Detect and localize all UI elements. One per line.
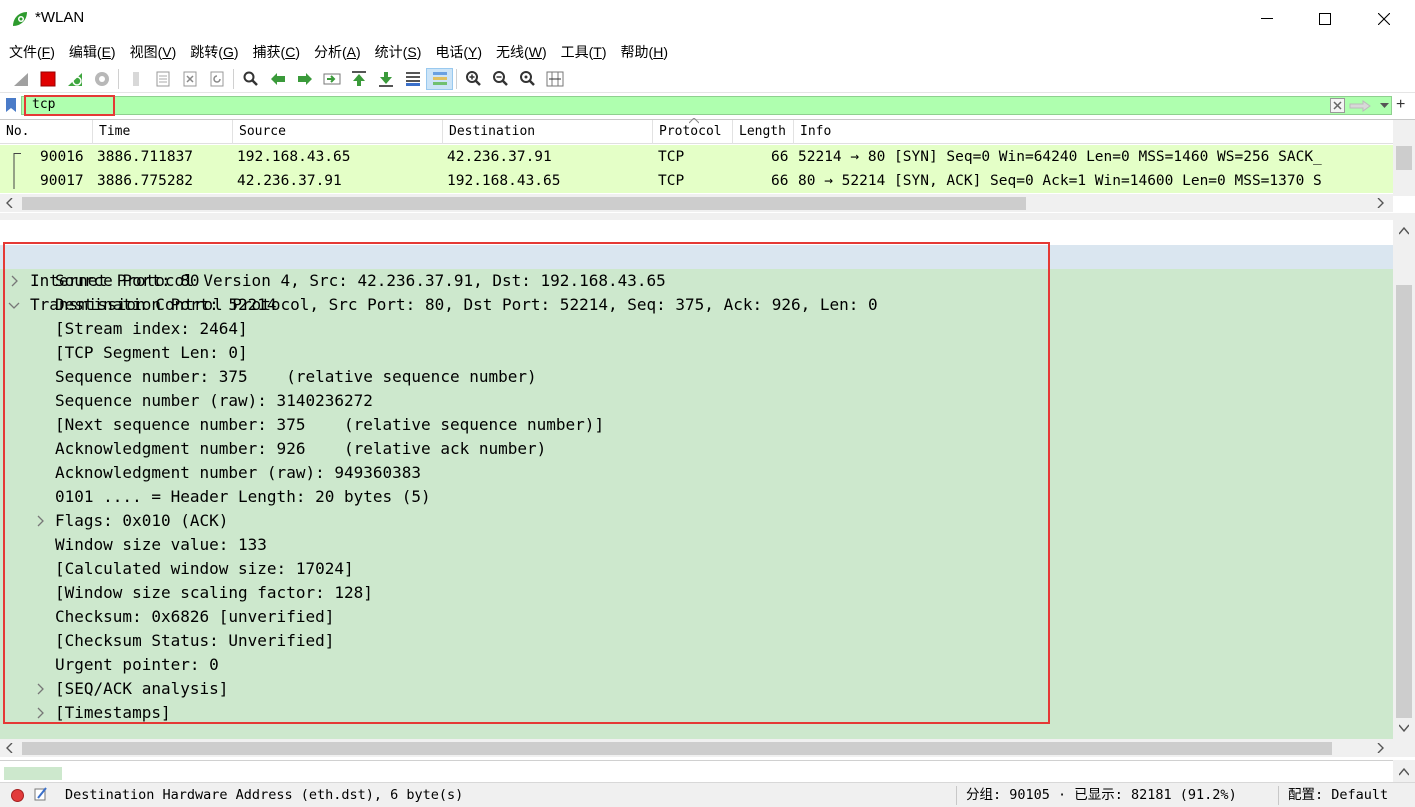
packet-count-info: 分组: 90105 · 已显示: 82181 (91.2%) — [966, 787, 1237, 803]
display-filter-input[interactable] — [21, 96, 1392, 115]
menu-tools[interactable]: 工具(T) — [555, 38, 613, 66]
packet-destination: 42.236.37.91 — [447, 149, 552, 165]
packet-row[interactable]: 90016 3886.711837 192.168.43.65 42.236.3… — [0, 145, 1393, 169]
selected-field-info: Destination Hardware Address (eth.dst), … — [65, 787, 464, 803]
save-file-icon[interactable] — [149, 68, 176, 90]
related-packet-bracket-icon — [13, 169, 15, 189]
shark-fin-start-icon[interactable] — [7, 68, 34, 90]
go-to-packet-icon[interactable] — [318, 68, 345, 90]
window-title: *WLAN — [35, 9, 85, 26]
menu-bar: 文件(F) 编辑(E) 视图(V) 跳转(G) 捕获(C) 分析(A) 统计(S… — [0, 38, 1415, 66]
details-vertical-scroll-thumb[interactable] — [1396, 285, 1412, 718]
zoom-out-icon[interactable] — [487, 68, 514, 90]
status-bar: Destination Hardware Address (eth.dst), … — [0, 782, 1415, 807]
scroll-right-icon[interactable] — [1377, 743, 1385, 753]
bookmark-icon[interactable] — [4, 97, 18, 113]
bytes-highlight — [4, 767, 62, 780]
close-file-icon[interactable] — [176, 68, 203, 90]
open-file-icon[interactable] — [122, 68, 149, 90]
close-icon — [1378, 13, 1390, 25]
packet-length: 66 — [771, 149, 789, 165]
menu-file[interactable]: 文件(F) — [3, 38, 61, 66]
menu-analyze[interactable]: 分析(A) — [308, 38, 367, 66]
title-bar: *WLAN — [0, 0, 1415, 38]
column-time[interactable]: Time — [93, 120, 233, 144]
packet-source: 192.168.43.65 — [237, 149, 351, 165]
autoscroll-icon[interactable] — [399, 68, 426, 90]
details-horizontal-scroll-thumb[interactable] — [22, 742, 1332, 755]
restart-capture-icon[interactable] — [61, 68, 88, 90]
column-length[interactable]: Length — [733, 120, 794, 144]
menu-capture[interactable]: 捕获(C) — [247, 38, 306, 66]
sort-ascending-icon — [689, 118, 699, 124]
scroll-left-icon[interactable] — [6, 198, 14, 208]
go-back-icon[interactable] — [264, 68, 291, 90]
display-filter-bar — [0, 94, 1415, 117]
packet-list: No. Time Source Destination Protocol Len… — [0, 118, 1415, 213]
maximize-icon — [1319, 13, 1331, 25]
related-packet-bracket-icon — [13, 153, 21, 169]
minimize-button[interactable] — [1238, 0, 1296, 38]
menu-statistics[interactable]: 统计(S) — [369, 38, 428, 66]
column-info[interactable]: Info — [794, 120, 1393, 144]
packet-list-header: No. Time Source Destination Protocol Len… — [0, 118, 1393, 144]
clear-filter-icon[interactable] — [1330, 98, 1345, 113]
scroll-down-icon[interactable] — [1399, 724, 1409, 732]
packet-list-horizontal-scroll-thumb[interactable] — [22, 197, 1026, 210]
scroll-right-icon[interactable] — [1377, 198, 1385, 208]
stop-capture-icon[interactable] — [34, 68, 61, 90]
packet-time: 3886.711837 — [97, 149, 194, 165]
add-filter-button[interactable]: + — [1396, 96, 1405, 114]
zoom-normal-icon[interactable] — [514, 68, 541, 90]
packet-source: 42.236.37.91 — [237, 173, 342, 189]
packet-destination: 192.168.43.65 — [447, 173, 561, 189]
tcp-annotation-box — [3, 242, 1050, 724]
packet-no: 90017 — [40, 173, 84, 189]
menu-go[interactable]: 跳转(G) — [184, 38, 244, 66]
capture-options-icon[interactable] — [88, 68, 115, 90]
find-packet-icon[interactable] — [237, 68, 264, 90]
expert-info-icon[interactable] — [11, 789, 24, 802]
packet-list-vertical-scroll-thumb[interactable] — [1396, 146, 1412, 170]
packet-info: 80 → 52214 [SYN, ACK] Seq=0 Ack=1 Win=14… — [798, 173, 1322, 189]
colorize-icon[interactable] — [426, 68, 453, 90]
resize-columns-icon[interactable] — [541, 68, 568, 90]
packet-bytes-pane — [0, 760, 1415, 782]
column-source[interactable]: Source — [233, 120, 443, 144]
menu-telephony[interactable]: 电话(Y) — [429, 38, 488, 66]
go-first-icon[interactable] — [345, 68, 372, 90]
go-last-icon[interactable] — [372, 68, 399, 90]
packet-time: 3886.775282 — [97, 173, 194, 189]
scroll-up-icon[interactable] — [1399, 227, 1409, 235]
close-button[interactable] — [1355, 0, 1413, 38]
profile-info[interactable]: 配置: Default — [1288, 783, 1388, 807]
menu-edit[interactable]: 编辑(E) — [63, 38, 122, 66]
packet-protocol: TCP — [658, 149, 685, 165]
packet-no: 90016 — [40, 149, 84, 165]
menu-help[interactable]: 帮助(H) — [615, 38, 674, 66]
menu-view[interactable]: 视图(V) — [124, 38, 183, 66]
filter-annotation-box — [24, 95, 115, 116]
zoom-in-icon[interactable] — [460, 68, 487, 90]
column-no[interactable]: No. — [0, 120, 93, 144]
packet-protocol: TCP — [658, 173, 685, 189]
packet-length: 66 — [771, 173, 789, 189]
wireshark-logo-icon — [11, 10, 29, 28]
maximize-button[interactable] — [1296, 0, 1354, 38]
pane-splitter[interactable] — [0, 213, 1415, 220]
packet-row[interactable]: 90017 3886.775282 42.236.37.91 192.168.4… — [0, 169, 1393, 193]
menu-wireless[interactable]: 无线(W) — [490, 38, 553, 66]
packet-info: 52214 → 80 [SYN] Seq=0 Win=64240 Len=0 M… — [798, 149, 1322, 165]
capture-comments-icon[interactable] — [33, 783, 49, 807]
reload-file-icon[interactable] — [203, 68, 230, 90]
go-forward-icon[interactable] — [291, 68, 318, 90]
scroll-up-icon[interactable] — [1399, 768, 1409, 776]
filter-dropdown-icon[interactable] — [1378, 98, 1390, 113]
scroll-left-icon[interactable] — [6, 743, 14, 753]
column-destination[interactable]: Destination — [443, 120, 653, 144]
apply-filter-arrow-icon[interactable] — [1348, 98, 1372, 113]
minimize-icon — [1261, 18, 1273, 19]
main-toolbar — [0, 66, 1415, 93]
